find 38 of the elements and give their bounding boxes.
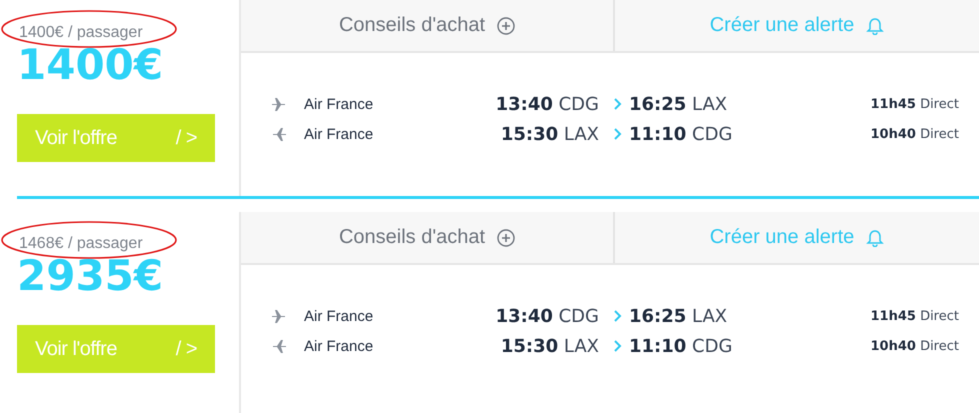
airline-name: Air France [304, 308, 374, 324]
chevron-icon [613, 339, 623, 353]
departure: 13:40 CDG [494, 94, 599, 114]
plane-icon [271, 126, 287, 142]
chevron-icon [613, 127, 623, 141]
duration: 11h45 Direct [869, 96, 959, 112]
tab[interactable]: Créer une alerte [615, 0, 979, 51]
arrival: 16:25 LAX [629, 94, 728, 114]
plane-icon [271, 96, 287, 112]
arrival: 11:10 CDG [629, 124, 734, 144]
bell-icon [866, 16, 884, 34]
price-per-passenger: 1468€ / passager [18, 235, 143, 253]
departure: 13:40 CDG [494, 306, 599, 326]
view-offer-button[interactable]: Voir l'offre / > [17, 114, 215, 162]
view-offer-button[interactable]: Voir l'offre / > [17, 325, 215, 373]
duration: 10h40 Direct [869, 338, 959, 354]
bell-icon [866, 228, 884, 246]
tab[interactable]: Conseils d'achat [241, 212, 615, 263]
chevron-icon [613, 309, 623, 323]
airline-name: Air France [304, 126, 374, 142]
total-price: 2935€ [17, 253, 164, 299]
departure: 15:30 LAX [500, 336, 599, 356]
tab[interactable]: Créer une alerte [615, 212, 979, 263]
price-per-passenger: 1400€ / passager [18, 24, 143, 42]
airline-name: Air France [304, 338, 374, 354]
total-price: 1400€ [17, 42, 164, 88]
tab[interactable]: Conseils d'achat [241, 0, 615, 51]
chevron-icon [613, 97, 623, 111]
plane-icon [271, 308, 287, 324]
plus-circle-icon [497, 228, 516, 246]
duration: 11h45 Direct [869, 308, 959, 324]
airline-name: Air France [304, 96, 374, 112]
duration: 10h40 Direct [869, 126, 959, 142]
plus-circle-icon [497, 16, 516, 34]
arrival: 11:10 CDG [629, 336, 734, 356]
departure: 15:30 LAX [500, 124, 599, 144]
plane-icon [271, 338, 287, 354]
arrival: 16:25 LAX [629, 306, 728, 326]
